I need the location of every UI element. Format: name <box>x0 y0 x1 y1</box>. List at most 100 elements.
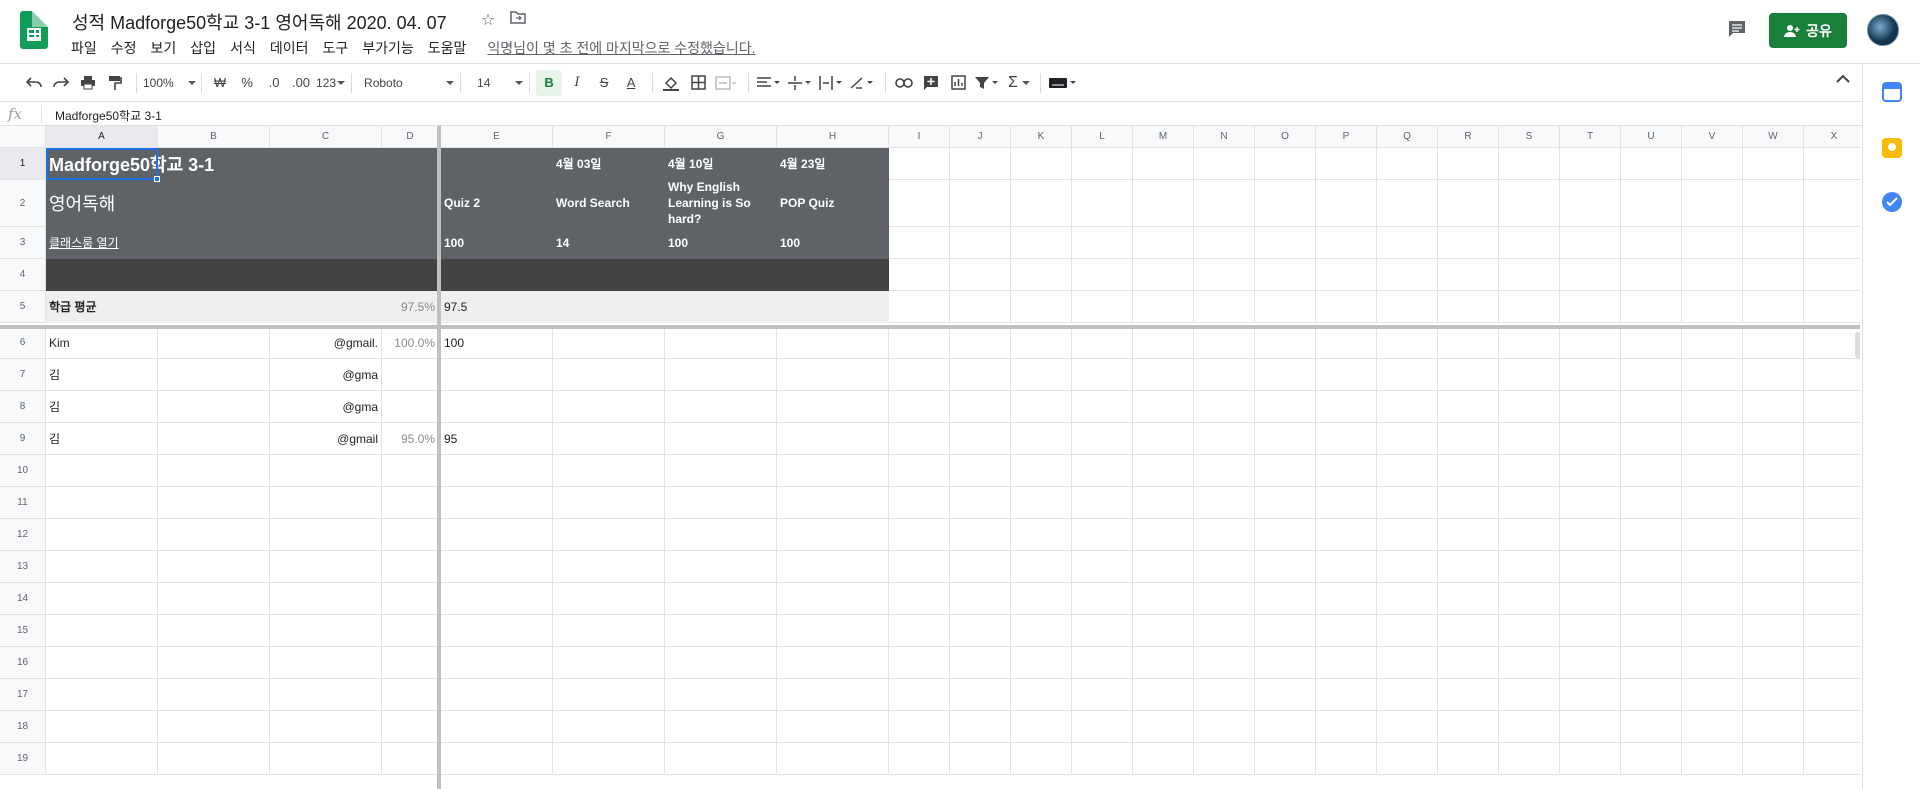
sheet-cell[interactable] <box>1072 291 1133 323</box>
column-header[interactable]: B <box>158 126 270 148</box>
sheet-cell[interactable] <box>1743 148 1804 180</box>
sheet-cell[interactable] <box>1743 259 1804 291</box>
sheet-cell[interactable]: 100 <box>665 227 777 259</box>
sheet-cell[interactable]: 95 <box>441 423 553 455</box>
sheet-cell[interactable] <box>46 583 158 615</box>
sheet-cell[interactable]: 김 <box>46 359 158 391</box>
sheet-cell[interactable] <box>553 423 665 455</box>
sheet-cell[interactable] <box>158 359 270 391</box>
sheet-cell[interactable] <box>1194 180 1255 227</box>
sheet-cell[interactable]: 14 <box>553 227 665 259</box>
sheet-cell[interactable] <box>1743 743 1804 775</box>
sheet-cell[interactable] <box>270 615 382 647</box>
sheet-cell[interactable] <box>1438 647 1499 679</box>
sheet-cell[interactable] <box>1255 148 1316 180</box>
sheet-cell[interactable] <box>1743 227 1804 259</box>
sheet-cell[interactable] <box>950 391 1011 423</box>
sheet-cell[interactable] <box>1194 455 1255 487</box>
sheet-cell[interactable] <box>1499 551 1560 583</box>
sheet-cell[interactable] <box>1377 180 1438 227</box>
sheet-cell[interactable]: 100.0% <box>382 327 439 359</box>
sheet-cell[interactable] <box>1682 615 1743 647</box>
more-formats-select[interactable]: 123 <box>316 70 346 96</box>
sheet-cell[interactable] <box>1560 455 1621 487</box>
sheet-cell[interactable] <box>46 455 158 487</box>
sheet-cell[interactable] <box>1804 359 1860 391</box>
sheet-cell[interactable] <box>777 359 889 391</box>
sheet-cell[interactable] <box>1072 391 1133 423</box>
sheet-cell[interactable] <box>270 551 382 583</box>
sheet-cell[interactable] <box>1377 647 1438 679</box>
sheet-cell[interactable] <box>553 291 665 323</box>
sheet-cell[interactable] <box>1804 259 1860 291</box>
last-edit-link[interactable]: 익명님이 몇 초 전에 마지막으로 수정했습니다. <box>481 36 761 60</box>
column-header[interactable]: L <box>1072 126 1133 148</box>
sheet-cell[interactable] <box>1133 391 1194 423</box>
sheet-cell[interactable] <box>1438 743 1499 775</box>
sheet-cell[interactable] <box>1621 583 1682 615</box>
tasks-icon[interactable] <box>1882 192 1902 212</box>
wrap-icon[interactable] <box>817 70 845 96</box>
sheet-cell[interactable] <box>158 743 270 775</box>
sheet-cell[interactable] <box>1011 291 1072 323</box>
sheet-cell[interactable] <box>665 615 777 647</box>
sheet-cell[interactable] <box>950 743 1011 775</box>
sheet-cell[interactable] <box>158 711 270 743</box>
sheet-cell[interactable] <box>270 259 382 291</box>
sheet-cell[interactable] <box>1560 679 1621 711</box>
column-header[interactable]: E <box>441 126 553 148</box>
sheet-cell[interactable] <box>1377 227 1438 259</box>
sheet-cell[interactable]: 학급 평균 <box>46 291 158 323</box>
sheet-cell[interactable] <box>1377 711 1438 743</box>
sheet-cell[interactable] <box>46 647 158 679</box>
sheet-cell[interactable] <box>1804 711 1860 743</box>
sheet-cell[interactable] <box>1133 327 1194 359</box>
sheet-cell[interactable] <box>1255 455 1316 487</box>
sheet-cell[interactable] <box>441 615 553 647</box>
menu-edit[interactable]: 수정 <box>104 36 144 60</box>
sheet-cell[interactable] <box>1499 487 1560 519</box>
sheet-cell[interactable] <box>1621 291 1682 323</box>
sheet-cell[interactable] <box>1194 583 1255 615</box>
borders-icon[interactable] <box>686 70 710 96</box>
sheet-cell[interactable] <box>270 455 382 487</box>
sheet-cell[interactable] <box>270 679 382 711</box>
sheet-cell[interactable] <box>1194 291 1255 323</box>
sheet-cell[interactable] <box>158 487 270 519</box>
sheet-cell[interactable] <box>1011 519 1072 551</box>
sheet-cell[interactable] <box>889 679 950 711</box>
frozen-rows-divider[interactable] <box>0 325 1860 329</box>
sheet-cell[interactable] <box>950 519 1011 551</box>
sheet-cell[interactable] <box>1499 615 1560 647</box>
sheet-cell[interactable] <box>1072 180 1133 227</box>
sheet-cell[interactable] <box>1682 711 1743 743</box>
column-header[interactable]: D <box>382 126 439 148</box>
sheet-cell[interactable] <box>1072 679 1133 711</box>
sheet-cell[interactable] <box>1438 519 1499 551</box>
sheet-cell[interactable] <box>889 583 950 615</box>
column-header[interactable]: G <box>665 126 777 148</box>
sheet-cell[interactable] <box>1804 227 1860 259</box>
sheet-cell[interactable] <box>1133 180 1194 227</box>
sheet-cell[interactable] <box>1316 583 1377 615</box>
print-icon[interactable] <box>76 70 100 96</box>
sheet-cell[interactable] <box>950 615 1011 647</box>
sheet-cell[interactable] <box>46 615 158 647</box>
sheet-cell[interactable] <box>1682 583 1743 615</box>
sheet-cell[interactable] <box>1743 180 1804 227</box>
sheet-cell[interactable] <box>777 327 889 359</box>
sheet-cell[interactable] <box>1499 227 1560 259</box>
column-header[interactable]: Q <box>1377 126 1438 148</box>
sheet-cell[interactable] <box>1072 455 1133 487</box>
sheet-cell[interactable] <box>889 259 950 291</box>
calendar-icon[interactable] <box>1882 82 1902 102</box>
sheet-cell[interactable] <box>1743 615 1804 647</box>
sheet-cell[interactable] <box>1011 743 1072 775</box>
sheet-cell[interactable] <box>1743 519 1804 551</box>
sheet-cell[interactable] <box>1560 519 1621 551</box>
column-header[interactable]: A <box>46 126 158 148</box>
sheet-cell[interactable] <box>158 615 270 647</box>
sheet-cell[interactable] <box>1377 391 1438 423</box>
sheet-cell[interactable] <box>889 291 950 323</box>
column-header[interactable]: I <box>889 126 950 148</box>
